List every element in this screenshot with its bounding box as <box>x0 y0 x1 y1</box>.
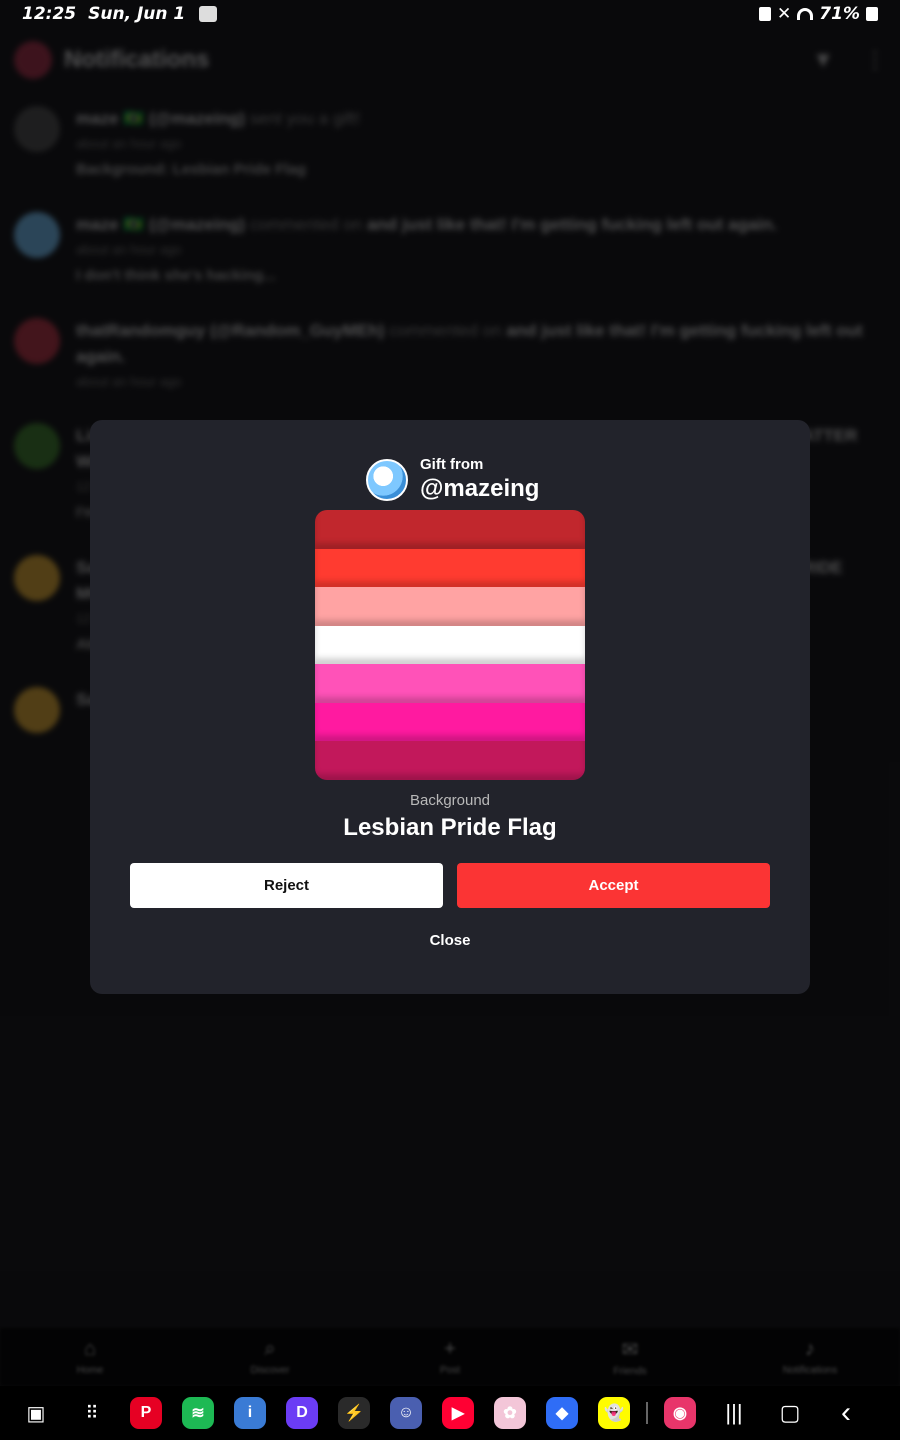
gift-modal: Gift from @mazeing Background Lesbian Pr… <box>90 420 810 994</box>
flag-stripe <box>315 548 585 588</box>
all-apps-icon[interactable]: ⠿ <box>72 1403 112 1424</box>
status-time: 12:25 <box>22 4 77 24</box>
home-button[interactable]: ▢ <box>770 1400 810 1426</box>
nav-divider <box>646 1402 648 1424</box>
item-type-label: Background <box>409 792 491 809</box>
flag-stripe <box>315 702 585 742</box>
flag-stripe <box>315 664 585 703</box>
recents-button[interactable]: ||| <box>714 1400 754 1426</box>
battery-saver-icon <box>759 7 772 21</box>
flag-stripe <box>315 625 585 665</box>
system-nav-bar: ▣ ⠿ P ≋ i D ⚡ ☺ ▶ ✿ ◆ 👻 ◉ ||| ▢ ‹ <box>0 1386 900 1440</box>
app-blue-icon[interactable]: ◆ <box>546 1397 578 1429</box>
app-drawer-icon[interactable]: ▣ <box>16 1401 56 1426</box>
notification-icon <box>199 6 218 22</box>
nav-app-tray: P ≋ i D ⚡ ☺ ▶ ✿ ◆ 👻 ◉ <box>120 1397 706 1429</box>
app-anime-icon[interactable]: ☺ <box>390 1397 422 1429</box>
screen-recorder-icon[interactable]: ◉ <box>664 1397 696 1429</box>
battery-icon <box>866 7 878 21</box>
gift-sender-text: Gift from @mazeing <box>420 456 539 503</box>
app-d-icon[interactable]: D <box>286 1397 318 1429</box>
app-bolt-icon[interactable]: ⚡ <box>338 1397 370 1429</box>
snapchat-icon[interactable]: 👻 <box>598 1397 630 1429</box>
close-button[interactable]: Close <box>90 932 810 949</box>
flag-stripe <box>315 510 585 549</box>
battery-level: 71% <box>819 4 860 24</box>
status-right: ✕ 71% <box>759 4 878 24</box>
youtube-music-icon[interactable]: ▶ <box>442 1397 474 1429</box>
pinterest-icon[interactable]: P <box>130 1397 162 1429</box>
gift-sender: Gift from @mazeing <box>366 456 539 503</box>
flag-stripe <box>315 741 585 780</box>
app-pink-icon[interactable]: ✿ <box>494 1397 526 1429</box>
mute-icon: ✕ <box>777 4 792 24</box>
status-date: Sun, Jun 1 <box>88 4 186 24</box>
back-button[interactable]: ‹ <box>826 1396 866 1430</box>
reject-button[interactable]: Reject <box>130 863 443 908</box>
wifi-icon <box>797 8 814 20</box>
item-name: Lesbian Pride Flag <box>343 814 557 841</box>
ibis-paint-icon[interactable]: i <box>234 1397 266 1429</box>
flag-stripe <box>315 587 585 626</box>
accept-button[interactable]: Accept <box>457 863 770 908</box>
status-bar: 12:25 Sun, Jun 1 ✕ 71% <box>0 0 900 28</box>
avatar <box>366 458 408 501</box>
spotify-icon[interactable]: ≋ <box>182 1397 214 1429</box>
gift-from-label: Gift from <box>420 456 484 473</box>
giver-handle: @mazeing <box>420 475 540 502</box>
background-preview <box>315 510 585 780</box>
